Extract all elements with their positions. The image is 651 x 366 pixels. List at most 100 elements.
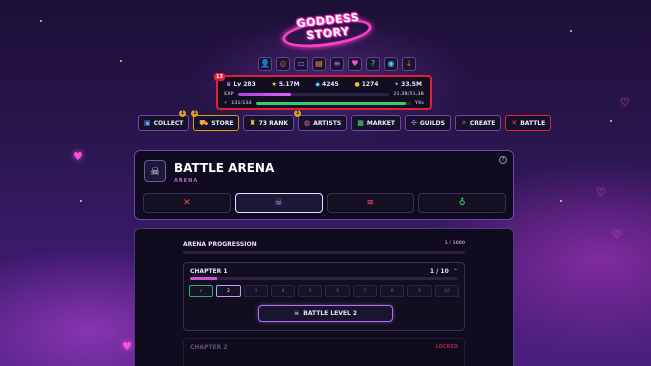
exp-value: 21.3B/51.3B: [393, 92, 424, 97]
chapter-meta: 1 / 10 ⌃: [430, 268, 458, 275]
heart-icon: ♡: [620, 96, 630, 109]
chapter-2: CHAPTER 2 LOCKED: [183, 338, 465, 366]
arena-progression-panel: ARENA PROGRESSION 1 / 1000 CHAPTER 1 1 /…: [134, 228, 514, 366]
tab-battle[interactable]: ✕: [143, 193, 231, 213]
star: [560, 200, 562, 202]
nav-label: 73 RANK: [258, 119, 289, 127]
star: [80, 200, 82, 202]
gems-stat: ◆ 4245: [315, 81, 338, 88]
swords-icon: ✕: [511, 119, 518, 127]
star-icon: ★: [271, 81, 277, 88]
page-subtitle: ARENA: [174, 178, 199, 184]
medal-icon: ♁: [458, 198, 466, 208]
level-7: 7: [352, 285, 378, 297]
coins-stat: ● 1274: [354, 81, 378, 88]
nav-battle[interactable]: ✕ BATTLE: [505, 115, 552, 131]
nav-label: GUILDS: [419, 119, 445, 127]
level-value: Lv 283: [233, 81, 256, 88]
chevron-up-icon[interactable]: ⌃: [453, 268, 458, 275]
download-icon[interactable]: ↓: [402, 57, 416, 71]
coin-icon: ●: [354, 81, 360, 88]
nav-artists[interactable]: ◍ ARTISTS 1: [294, 110, 348, 131]
nav-create[interactable]: ✧ CREATE: [454, 115, 502, 131]
nav-label: ARTISTS: [313, 119, 342, 127]
heart-icon: ♡: [612, 228, 622, 241]
battle-arena-card: ☠ BATTLE ARENA ARENA ? ✕ ☠ ≋ ♁: [134, 150, 514, 220]
chapter-1: CHAPTER 1 1 / 10 ⌃ ✓ 2 3 4 5 6 7 8 9 10 …: [183, 262, 465, 331]
trophy-icon: ♜: [249, 119, 256, 127]
exp-label: EXP: [224, 92, 234, 97]
coins-value: 1274: [361, 81, 379, 88]
question-icon[interactable]: ?: [366, 57, 380, 71]
stars-value: 5.17M: [278, 81, 300, 88]
chapter-header[interactable]: CHAPTER 1 1 / 10 ⌃: [190, 268, 458, 275]
help-icon[interactable]: ?: [499, 156, 507, 164]
level-8: 8: [380, 285, 405, 297]
palette-icon: ◍: [304, 119, 311, 127]
list-icon[interactable]: ≡: [330, 57, 344, 71]
user-icon[interactable]: 👤: [258, 57, 272, 71]
nav-label: MARKET: [366, 119, 395, 127]
locked-badge: LOCKED: [435, 344, 458, 350]
chapter-title: CHAPTER 1: [190, 268, 228, 275]
tab-layers[interactable]: ≋: [326, 193, 415, 213]
chat-icon[interactable]: ▭: [294, 57, 308, 71]
heart-icon: ♡: [596, 186, 606, 199]
tab-rewards[interactable]: ♁: [418, 193, 506, 213]
top-icon-row: 👤 ◎ ▭ ▤ ≡ ♥ ? ◉ ↓: [258, 57, 416, 71]
level-stat: ♛ Lv 283: [226, 81, 256, 88]
star: [40, 20, 42, 22]
cart-icon: ⛟: [199, 118, 209, 127]
guild-icon: ✣: [410, 119, 417, 127]
heart-icon[interactable]: ♥: [348, 57, 362, 71]
scroll-icon[interactable]: ▤: [312, 57, 326, 71]
discord-icon[interactable]: ◉: [384, 57, 398, 71]
level-2[interactable]: 2: [216, 285, 241, 297]
nav-badge: 1: [294, 110, 302, 117]
exp-bar: [237, 93, 390, 96]
target-icon[interactable]: ◎: [276, 57, 290, 71]
game-logo[interactable]: GODDESS STORY: [278, 2, 378, 53]
gems-value: 4245: [322, 81, 339, 88]
progression-title: ARENA PROGRESSION: [183, 241, 257, 248]
energy-timer: Y8s: [414, 101, 424, 106]
energy-bar: [255, 102, 411, 105]
gem-icon: ◆: [315, 81, 321, 88]
arena-tabs: ✕ ☠ ≋ ♁: [143, 193, 506, 213]
heart-icon: ♥: [73, 150, 83, 163]
skull-icon: ☠: [293, 310, 300, 317]
layers-icon: ≋: [366, 198, 375, 208]
exp-row: EXP 21.3B/51.3B: [224, 92, 424, 97]
main-nav: ▣ COLLECT 1 ⛟ STORE 1 ♜ 73 RANK ◍ ARTISTS 1 ▦ MA…: [138, 110, 552, 131]
nav-label: CREATE: [469, 119, 496, 127]
stars-stat: ★ 5.17M: [271, 81, 299, 88]
nav-collect[interactable]: ▣ COLLECT 1: [138, 110, 190, 131]
nav-market[interactable]: ▦ MARKET: [351, 115, 401, 131]
nav-guilds[interactable]: ✣ GUILDS: [404, 115, 451, 131]
nav-store[interactable]: ⛟ STORE 1: [191, 110, 240, 131]
player-stats-panel: 13 ♛ Lv 283 ★ 5.17M ◆ 4245 ● 1274 ✦ 33.5M EXP…: [214, 73, 432, 110]
crown-icon: ♛: [226, 81, 232, 88]
level-6: 6: [325, 285, 350, 297]
level-3: 3: [243, 285, 268, 297]
skull-icon: ☠: [144, 160, 166, 182]
nav-label: COLLECT: [153, 119, 184, 127]
page-title: BATTLE ARENA: [174, 161, 275, 175]
level-list: ✓ 2 3 4 5 6 7 8 9 10: [189, 285, 459, 297]
nav-label: BATTLE: [520, 119, 546, 127]
nav-rank[interactable]: ♜ 73 RANK: [243, 115, 295, 131]
power-stat: ✦ 33.5M: [394, 81, 422, 88]
battle-level-button[interactable]: ☠ BATTLE LEVEL 2: [258, 305, 393, 322]
notification-badge[interactable]: 13: [214, 73, 225, 81]
market-icon: ▦: [357, 119, 364, 127]
heart-icon: ♥: [122, 340, 132, 353]
energy-value: 131/134: [231, 101, 252, 106]
skull-icon: ☠: [274, 198, 283, 208]
level-10: 10: [434, 285, 459, 297]
power-value: 33.5M: [401, 81, 422, 88]
tab-arena[interactable]: ☠: [234, 193, 323, 213]
progression-count: 1 / 1000: [444, 241, 465, 246]
chapter-count: 1 / 10: [429, 268, 449, 275]
chapter-header: CHAPTER 2 LOCKED: [190, 344, 458, 351]
level-1[interactable]: ✓: [189, 285, 214, 297]
